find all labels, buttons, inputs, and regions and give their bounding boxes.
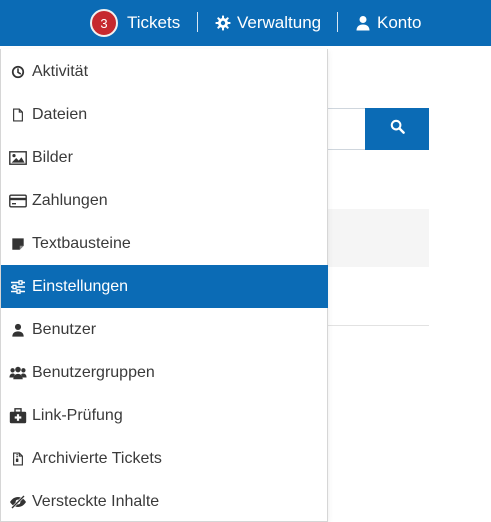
admin-dropdown-menu: Aktivität Dateien Bilder Zahlungen Textb… xyxy=(0,49,328,522)
menu-item-users[interactable]: Benutzer xyxy=(1,308,328,351)
nav-separator xyxy=(197,12,198,32)
file-archive-icon xyxy=(9,451,27,467)
search-button[interactable] xyxy=(365,108,429,150)
eye-slash-icon xyxy=(9,494,27,510)
menu-item-label: Benutzer xyxy=(32,320,97,338)
menu-item-label: Archivierte Tickets xyxy=(32,449,162,467)
image-icon xyxy=(9,150,27,166)
sliders-icon xyxy=(9,279,27,295)
menu-item-label: Aktivität xyxy=(32,62,89,80)
menu-item-label: Bilder xyxy=(32,148,73,166)
search-icon xyxy=(390,119,405,139)
menu-item-label: Link-Prüfung xyxy=(32,406,123,424)
menu-item-label: Dateien xyxy=(32,105,88,123)
account-nav-link[interactable]: Konto xyxy=(355,0,421,46)
menu-item-activity[interactable]: Aktivität xyxy=(1,50,328,93)
menu-item-label: Versteckte Inhalte xyxy=(32,492,160,510)
clock-icon xyxy=(9,64,27,80)
menu-item-files[interactable]: Dateien xyxy=(1,93,328,136)
background-divider xyxy=(322,325,429,326)
account-label: Konto xyxy=(377,13,422,32)
menu-item-text-snippets[interactable]: Textbausteine xyxy=(1,222,328,265)
sticky-note-icon xyxy=(9,236,27,252)
menu-item-archived-tickets[interactable]: Archivierte Tickets xyxy=(1,437,328,480)
users-icon xyxy=(9,365,27,381)
menu-item-user-groups[interactable]: Benutzergruppen xyxy=(1,351,328,394)
credit-card-icon xyxy=(9,193,27,209)
nav-separator xyxy=(337,12,338,32)
user-icon xyxy=(355,15,371,31)
file-icon xyxy=(9,107,27,123)
menu-item-label: Textbausteine xyxy=(32,234,131,252)
menu-item-link-check[interactable]: Link-Prüfung xyxy=(1,394,328,437)
top-navigation-bar: 3 Tickets Verwaltung Konto xyxy=(0,0,491,46)
admin-label: Verwaltung xyxy=(237,13,322,32)
admin-nav-link[interactable]: Verwaltung xyxy=(215,0,321,46)
user-icon xyxy=(9,322,27,338)
search-input[interactable] xyxy=(322,108,366,150)
tickets-count-badge: 3 xyxy=(90,9,118,37)
menu-item-images[interactable]: Bilder xyxy=(1,136,328,179)
menu-item-hidden-content[interactable]: Versteckte Inhalte xyxy=(1,480,328,522)
medkit-icon xyxy=(9,407,27,424)
tickets-nav-link[interactable]: 3 Tickets xyxy=(90,0,180,46)
tickets-label: Tickets xyxy=(127,13,181,32)
menu-item-label: Zahlungen xyxy=(32,191,108,209)
background-panel xyxy=(322,209,429,267)
menu-item-label: Einstellungen xyxy=(32,277,129,295)
menu-item-settings[interactable]: Einstellungen xyxy=(1,265,328,308)
menu-item-label: Benutzergruppen xyxy=(32,363,155,381)
gear-icon xyxy=(215,15,231,31)
menu-item-payments[interactable]: Zahlungen xyxy=(1,179,328,222)
